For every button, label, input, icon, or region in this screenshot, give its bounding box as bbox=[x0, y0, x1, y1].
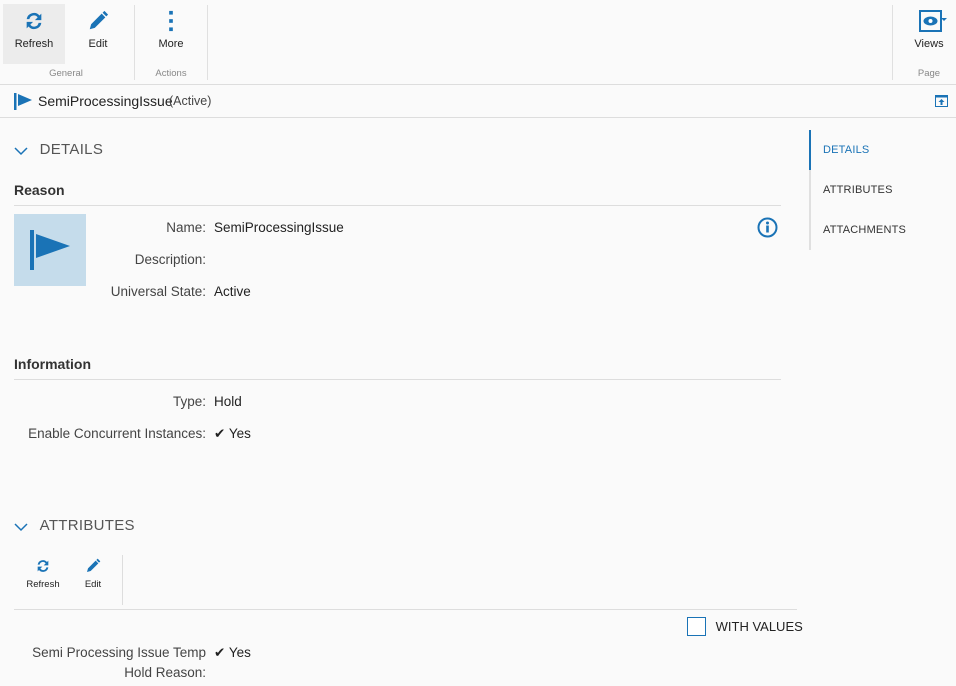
attributes-refresh-button[interactable]: Refresh bbox=[22, 558, 64, 590]
flag-icon bbox=[14, 93, 32, 110]
side-nav-attributes[interactable]: ATTRIBUTES bbox=[823, 184, 893, 196]
more-vertical-icon bbox=[169, 10, 173, 32]
refresh-icon bbox=[37, 560, 49, 572]
reason-heading: Reason bbox=[14, 182, 65, 198]
section-title: ATTRIBUTES bbox=[39, 517, 135, 534]
edit-button[interactable]: Edit bbox=[67, 4, 129, 64]
information-heading: Information bbox=[14, 356, 91, 372]
type-value: Hold bbox=[214, 394, 242, 409]
attributes-section-toggle[interactable]: ATTRIBUTES bbox=[14, 517, 135, 534]
title-bar: SemiProcessingIssue (Active) bbox=[0, 85, 956, 118]
chevron-down-icon bbox=[14, 147, 28, 155]
refresh-icon bbox=[26, 12, 42, 30]
pencil-icon bbox=[89, 10, 109, 30]
universal-state-value: Active bbox=[214, 284, 251, 299]
ribbon: Refresh Edit General More Actions Views … bbox=[0, 0, 956, 85]
attributes-edit-button[interactable]: Edit bbox=[76, 558, 110, 590]
refresh-button[interactable]: Refresh bbox=[3, 4, 65, 64]
check-icon: ✔ bbox=[214, 426, 226, 441]
pencil-icon bbox=[87, 558, 101, 572]
name-value: SemiProcessingIssue bbox=[214, 220, 344, 235]
group-actions-label: Actions bbox=[155, 68, 187, 79]
info-icon[interactable] bbox=[757, 217, 778, 238]
attribute-value: ✔ Yes bbox=[214, 645, 251, 660]
page-title: SemiProcessingIssue bbox=[38, 93, 173, 109]
check-icon: ✔ bbox=[214, 645, 226, 660]
checkbox-box[interactable] bbox=[687, 617, 706, 636]
side-nav-details[interactable]: DETAILS bbox=[823, 144, 869, 156]
section-title: DETAILS bbox=[39, 141, 104, 158]
eye-icon bbox=[919, 10, 947, 32]
collapse-header-icon[interactable] bbox=[935, 95, 948, 107]
flag-icon bbox=[30, 230, 70, 270]
views-button[interactable]: Views bbox=[898, 4, 956, 64]
group-page-label: Page bbox=[917, 68, 941, 79]
chevron-down-icon bbox=[14, 523, 28, 531]
status-text: (Active) bbox=[169, 94, 212, 108]
group-general-label: General bbox=[49, 68, 83, 79]
more-button[interactable]: More bbox=[140, 4, 202, 64]
side-nav-attachments[interactable]: ATTACHMENTS bbox=[823, 224, 906, 236]
details-section-toggle[interactable]: DETAILS bbox=[14, 141, 103, 158]
concurrent-value: ✔ Yes bbox=[214, 426, 251, 441]
reason-image bbox=[14, 214, 86, 286]
with-values-checkbox[interactable]: WITH VALUES bbox=[687, 617, 803, 636]
